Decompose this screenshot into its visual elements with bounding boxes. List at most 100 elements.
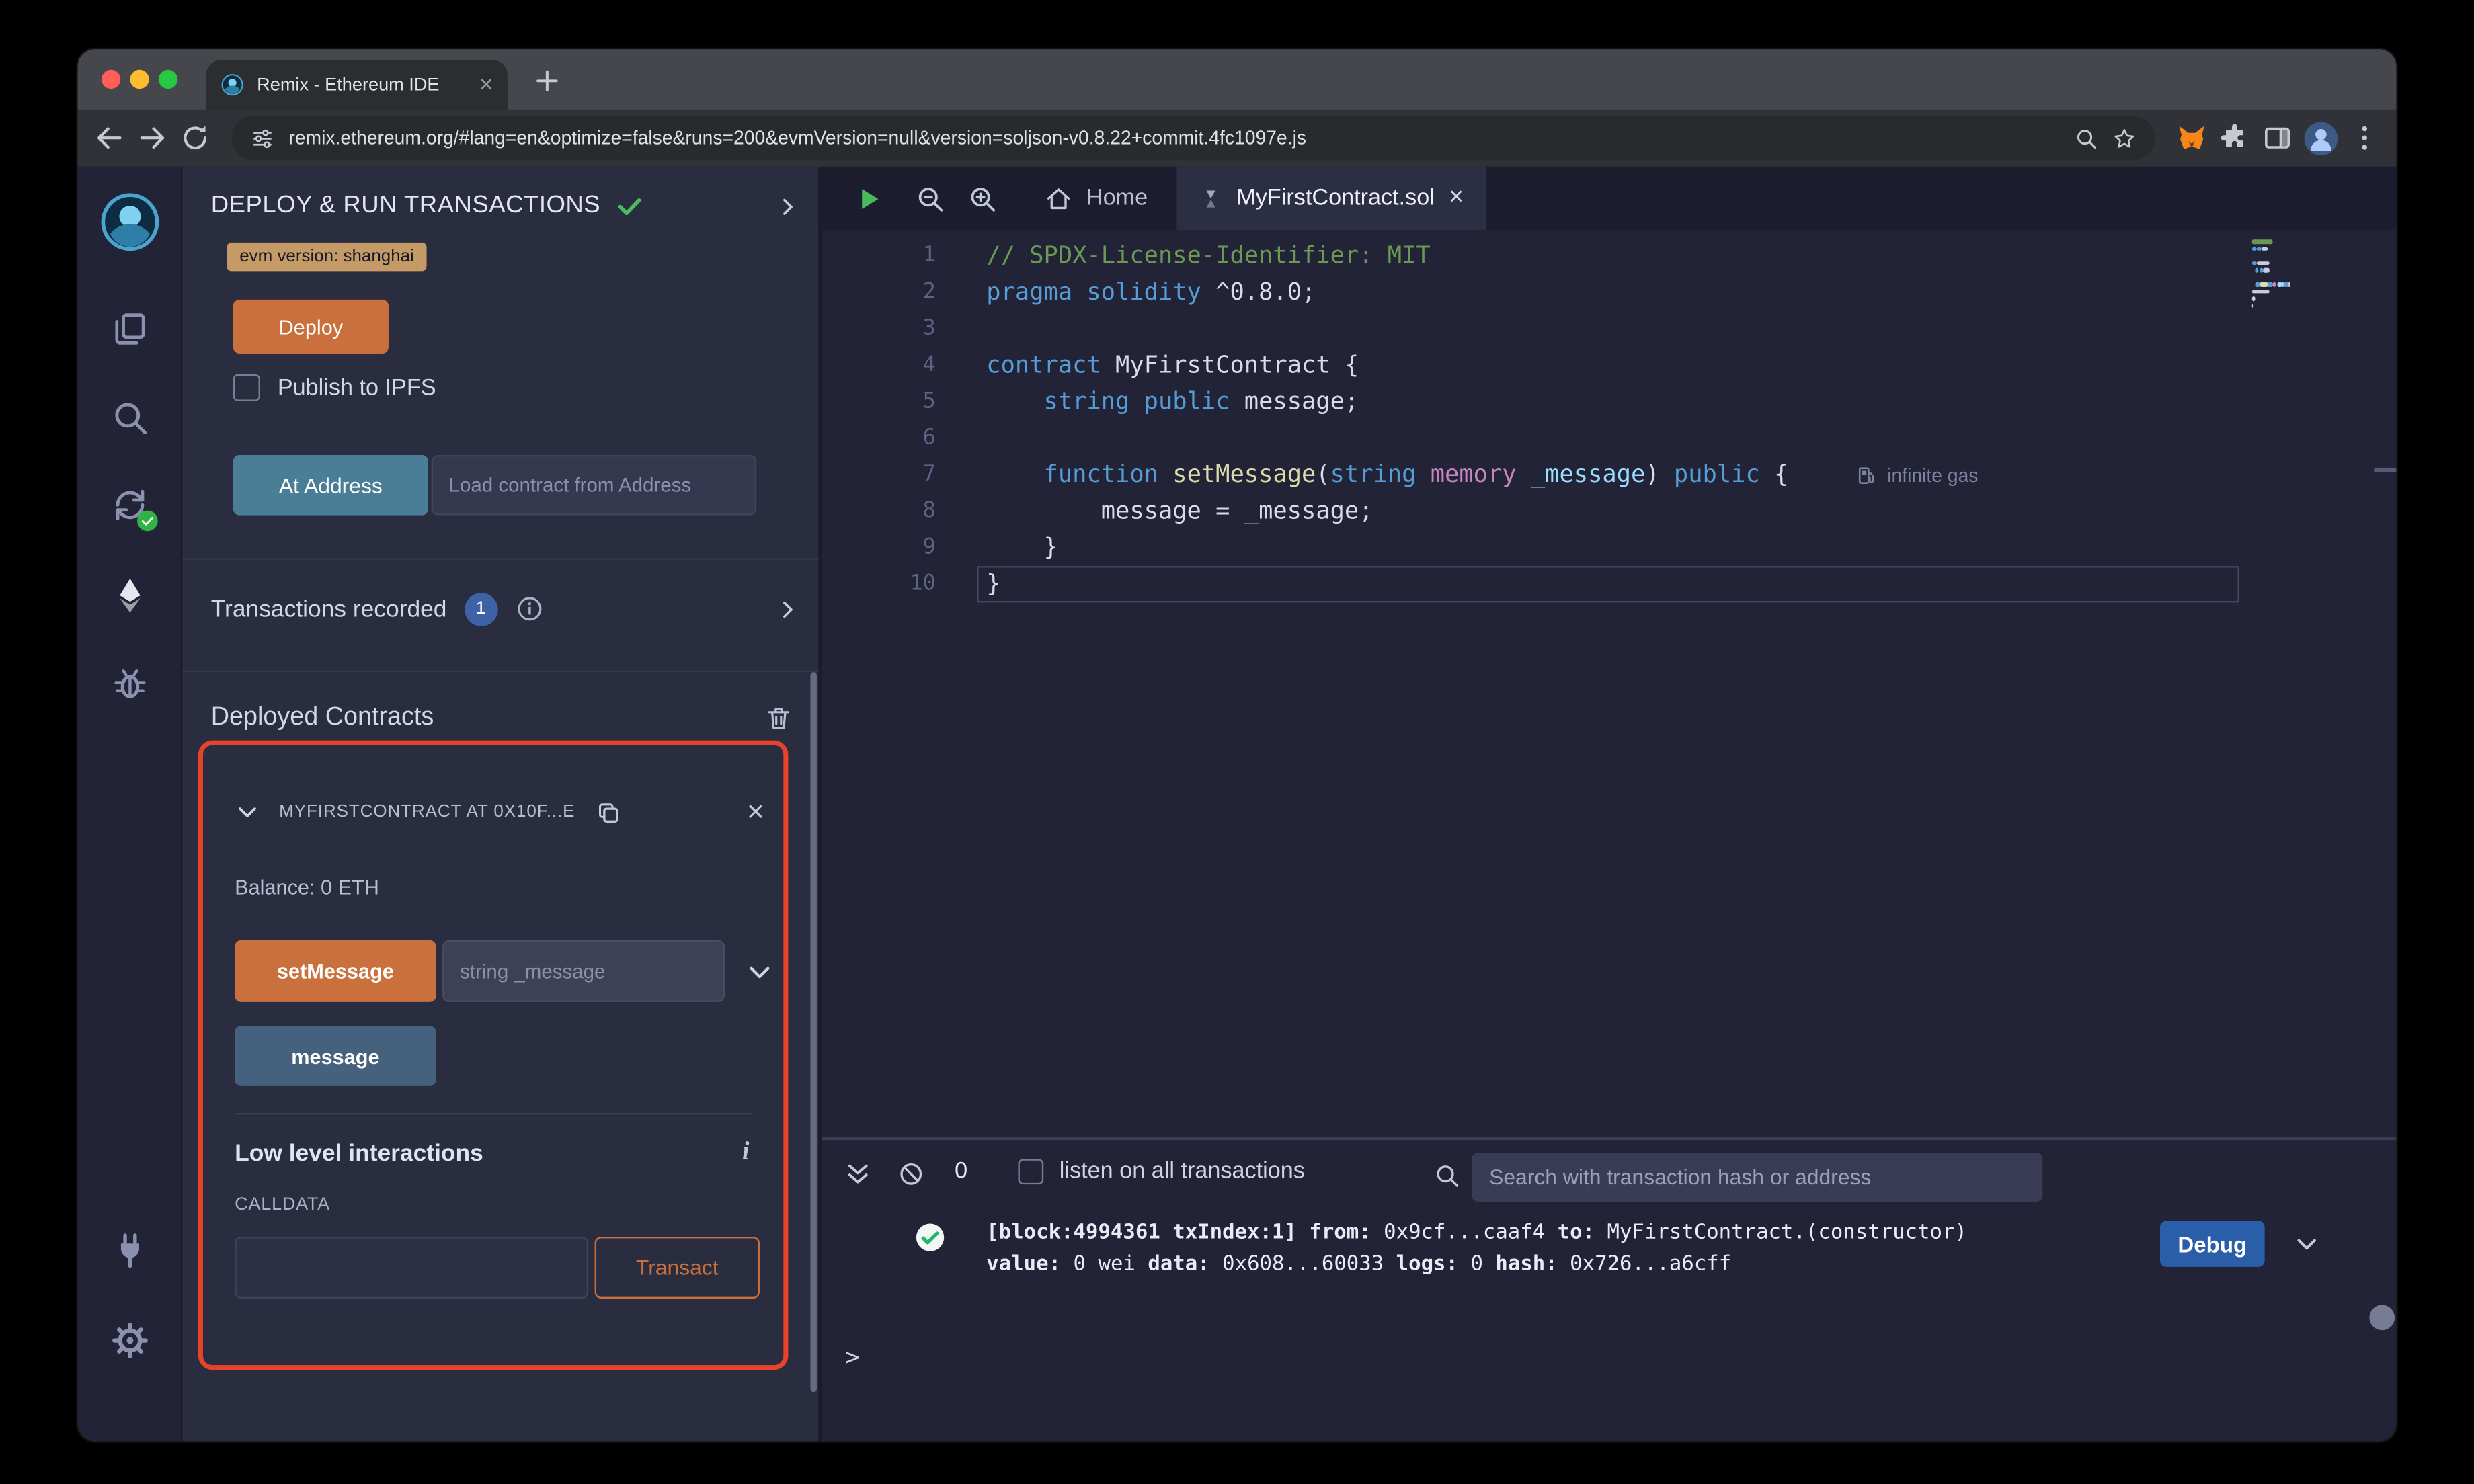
- compile-success-badge-icon: [136, 510, 157, 532]
- listen-all-checkbox[interactable]: [1018, 1159, 1044, 1185]
- deploy-button[interactable]: Deploy: [233, 299, 389, 354]
- sidebar-item-deploy-run[interactable]: [110, 575, 149, 615]
- code-editor[interactable]: 1// SPDX-License-Identifier: MIT 2 pragma …: [822, 230, 2397, 1137]
- traffic-minimize-icon[interactable]: [130, 69, 149, 89]
- transactions-expand-chevron-icon[interactable]: [776, 597, 799, 620]
- zoom-icon[interactable]: [2075, 126, 2098, 150]
- transact-button[interactable]: Transact: [594, 1237, 760, 1299]
- transactions-recorded-row: Transactions recorded 1: [211, 585, 799, 632]
- editor-column: Home MyFirstContract.sol × 1// SPDX-Lice…: [821, 166, 2397, 1442]
- debug-button[interactable]: Debug: [2159, 1221, 2265, 1267]
- code-line: 4 contract MyFirstContract {: [922, 350, 1359, 379]
- remix-logo-icon[interactable]: [97, 190, 161, 253]
- set-message-input[interactable]: [442, 940, 725, 1002]
- code-line: 10}: [910, 569, 1001, 598]
- tab-file-close-icon[interactable]: ×: [1449, 185, 1464, 211]
- console-count: 0: [955, 1159, 968, 1185]
- remix-app: DEPLOY & RUN TRANSACTIONS evm version: s…: [77, 166, 2397, 1442]
- sidebar-item-plugins[interactable]: [110, 1231, 149, 1270]
- forward-icon[interactable]: [136, 122, 168, 154]
- calldata-input[interactable]: [235, 1237, 589, 1299]
- contract-expand-chevron-icon[interactable]: [235, 799, 260, 825]
- menu-dots-icon[interactable]: [2349, 122, 2381, 154]
- terminal-search-input[interactable]: [1472, 1152, 2043, 1202]
- zoom-in-icon[interactable]: [967, 183, 998, 213]
- code-line: 2 pragma solidity ^0.8.0;: [922, 277, 1316, 306]
- low-level-info-icon[interactable]: i: [742, 1139, 750, 1167]
- deployed-contract-card-highlight: MYFIRSTCONTRACT AT 0X10F...E × Balance: …: [198, 740, 789, 1370]
- remove-contract-icon[interactable]: ×: [747, 796, 764, 827]
- panel-collapse-chevron-icon[interactable]: [776, 194, 799, 218]
- gas-icon: [1856, 464, 1878, 486]
- editor-tab-bar: Home MyFirstContract.sol ×: [821, 166, 2397, 231]
- profile-avatar[interactable]: [2304, 121, 2338, 155]
- code-line: 8 message = _message;: [922, 496, 1373, 525]
- info-icon[interactable]: [515, 595, 543, 623]
- sidebar-item-settings[interactable]: [110, 1321, 149, 1360]
- success-check-icon: [614, 192, 643, 220]
- copy-address-icon[interactable]: [594, 798, 621, 825]
- bookmark-star-icon[interactable]: [2112, 126, 2136, 150]
- traffic-close-icon[interactable]: [101, 69, 121, 89]
- metamask-icon[interactable]: [2176, 122, 2208, 154]
- new-tab-button[interactable]: [531, 65, 563, 97]
- clear-console-icon[interactable]: [897, 1161, 924, 1188]
- tab-home-label: Home: [1086, 186, 1148, 211]
- sidebar-item-search[interactable]: [110, 398, 149, 438]
- publish-ipfs-checkbox[interactable]: [233, 374, 260, 401]
- publish-ipfs-row: Publish to IPFS: [233, 374, 436, 401]
- calldata-row: Transact: [235, 1237, 760, 1299]
- tab-file-label: MyFirstContract.sol: [1236, 186, 1435, 211]
- zoom-out-icon[interactable]: [915, 183, 945, 213]
- deployed-contracts-title: Deployed Contracts: [210, 704, 434, 731]
- clear-contracts-trash-icon[interactable]: [764, 704, 793, 732]
- scroll-to-bottom-button[interactable]: [2369, 1305, 2395, 1331]
- panel-title: DEPLOY & RUN TRANSACTIONS: [210, 192, 601, 219]
- calldata-label: CALLDATA: [235, 1195, 331, 1214]
- tab-home[interactable]: Home: [1016, 167, 1176, 230]
- deploy-run-panel: DEPLOY & RUN TRANSACTIONS evm version: s…: [182, 166, 822, 1442]
- panel-sc rollbar-thumb[interactable]: [810, 672, 817, 1393]
- editor-scrollbar-thumb[interactable]: [2374, 467, 2397, 472]
- set-message-button[interactable]: setMessage: [235, 940, 436, 1002]
- solidity-file-icon: [1199, 186, 1222, 210]
- traffic-zoom-icon[interactable]: [158, 69, 178, 89]
- icon-sidebar: [77, 166, 183, 1442]
- browser-toolbar: remix.ethereum.org/#lang=en&optimize=fal…: [77, 109, 2397, 167]
- transactions-recorded-label: Transactions recorded: [210, 595, 447, 622]
- remix-favicon-icon: [221, 73, 244, 97]
- terminal-search-icon: [1434, 1162, 1461, 1189]
- expand-args-chevron-icon[interactable]: [746, 957, 774, 985]
- tab-close-icon[interactable]: ×: [479, 73, 493, 97]
- at-address-input[interactable]: [431, 455, 757, 516]
- at-address-button[interactable]: At Address: [233, 455, 428, 516]
- sidebar-item-file-explorer[interactable]: [110, 309, 149, 349]
- code-line: 5 string public message;: [922, 386, 1359, 416]
- reload-icon[interactable]: [179, 122, 211, 154]
- log-expand-chevron-icon[interactable]: [2293, 1231, 2320, 1258]
- transactions-count-badge: 1: [464, 592, 497, 626]
- side-panel-icon[interactable]: [2262, 122, 2293, 154]
- gas-annotation: infinite gas: [1856, 456, 1979, 493]
- browser-tab[interactable]: Remix - Ethereum IDE ×: [206, 60, 508, 110]
- contract-header[interactable]: MYFIRSTCONTRACT AT 0X10F...E ×: [235, 793, 764, 831]
- editor-minimap[interactable]: [2251, 239, 2313, 311]
- sidebar-item-compiler[interactable]: [110, 485, 157, 532]
- url-bar[interactable]: remix.ethereum.org/#lang=en&optimize=fal…: [231, 116, 2155, 161]
- contract-balance: Balance: 0 ETH: [235, 875, 379, 899]
- run-script-play-icon[interactable]: [853, 183, 883, 213]
- listen-all-label: listen on all transactions: [1059, 1159, 1305, 1185]
- transaction-log[interactable]: [block:4994361 txIndex:1] from: 0x9cf...…: [986, 1218, 1967, 1281]
- browser-window: Remix - Ethereum IDE × remix.ethereum.or…: [76, 47, 2398, 1443]
- terminal-prompt[interactable]: >: [845, 1343, 859, 1371]
- expand-console-icon[interactable]: [844, 1161, 872, 1189]
- deployed-contracts-header: Deployed Contracts: [211, 696, 793, 741]
- screen: Remix - Ethereum IDE × remix.ethereum.or…: [0, 0, 2474, 1484]
- tab-file-active[interactable]: MyFirstContract.sol ×: [1176, 166, 1486, 231]
- back-icon[interactable]: [93, 122, 125, 154]
- code-line: 7 function setMessage(string memory _mes…: [922, 460, 1789, 489]
- message-button[interactable]: message: [235, 1026, 436, 1086]
- sidebar-item-debugger[interactable]: [110, 664, 149, 704]
- site-settings-icon[interactable]: [251, 126, 274, 150]
- extensions-icon[interactable]: [2219, 122, 2250, 154]
